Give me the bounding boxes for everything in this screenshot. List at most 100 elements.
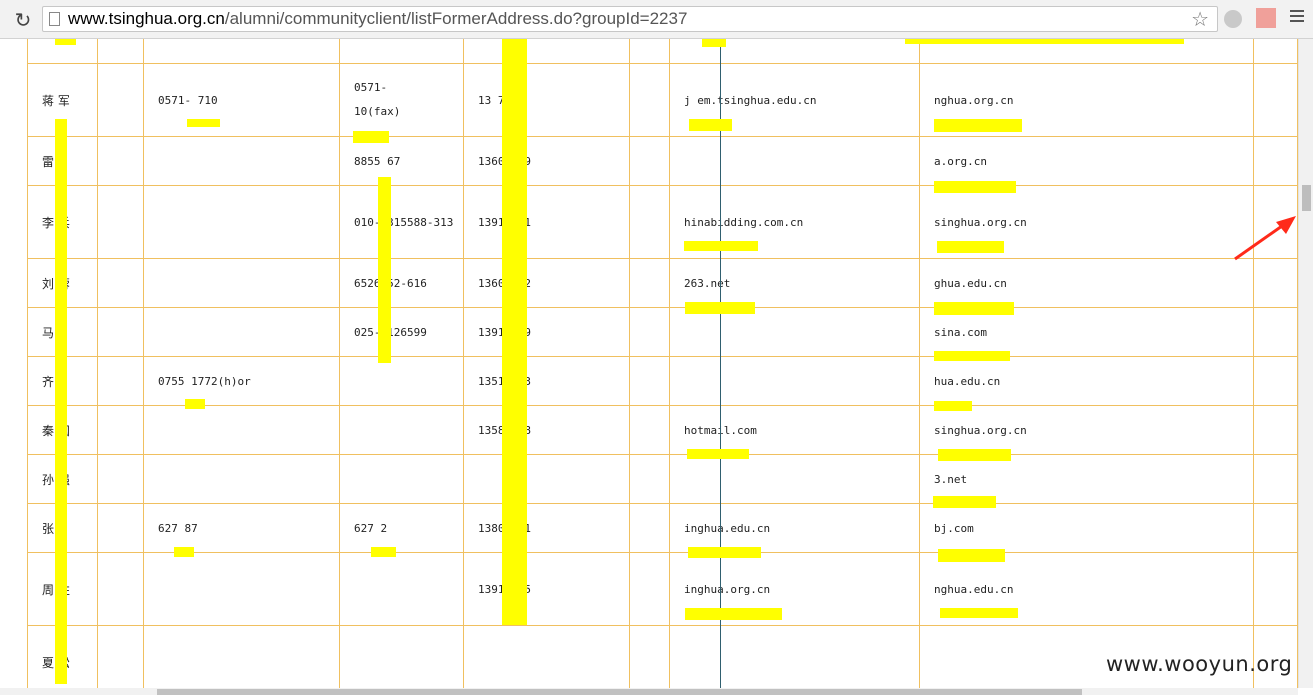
empty-cell — [97, 307, 144, 357]
empty-cell — [629, 405, 670, 455]
redaction-mark — [685, 302, 755, 314]
redaction-mark — [702, 39, 726, 47]
email-text: inghua.edu.cn — [684, 521, 771, 535]
empty-cell — [97, 454, 144, 504]
mobile-cell: 1391 689 — [463, 307, 630, 357]
name-text: 张 — [42, 521, 55, 536]
menu-icon[interactable] — [1290, 10, 1304, 24]
empty-cell — [1253, 39, 1298, 64]
empty-cell — [1253, 454, 1298, 504]
redaction-mark — [933, 496, 996, 508]
empty-cell — [629, 356, 670, 406]
vertical-scrollbar[interactable] — [1298, 39, 1313, 688]
url-text[interactable]: www.tsinghua.org.cn/alumni/communityclie… — [68, 9, 687, 29]
phone-cell — [339, 625, 464, 688]
name-text: 雷 — [42, 154, 55, 169]
table-row: 马 025- 1265991391 689 sina.com — [27, 307, 1298, 357]
mobile-cell: 1360 849 — [463, 136, 630, 186]
phone-text: 0571- 10(fax) — [354, 81, 401, 118]
redaction-mark — [185, 399, 205, 409]
alumni-address-table: 姜 1 251c34 email.mot.com蒋 军0571- 7100571… — [27, 39, 1298, 688]
redaction-mark — [938, 549, 1005, 562]
phone-cell — [339, 405, 464, 455]
watermark: www.wooyun.org — [1106, 652, 1293, 676]
phone-text: 627 2 — [354, 521, 388, 535]
address-bar[interactable]: www.tsinghua.org.cn/alumni/communityclie… — [42, 6, 1218, 32]
empty-cell — [1253, 258, 1298, 308]
phone-cell: 627 2 — [339, 503, 464, 553]
redaction-mark — [938, 449, 1011, 461]
redaction-mark — [174, 547, 194, 557]
mobile-cell — [463, 454, 630, 504]
redaction-mark — [685, 608, 782, 620]
phone-cell — [143, 136, 340, 186]
profile-badge-icon[interactable] — [1256, 8, 1276, 28]
phone-cell: 6526 52-616 — [339, 258, 464, 308]
empty-cell — [97, 356, 144, 406]
redaction-mark — [934, 351, 1010, 361]
empty-cell — [1253, 307, 1298, 357]
vertical-scroll-thumb[interactable] — [1302, 185, 1311, 211]
extension-icon[interactable] — [1224, 10, 1242, 28]
email-text: a.org.cn — [934, 154, 987, 168]
phone-cell: 0571- 710 — [143, 63, 340, 137]
email-text: hinabidding.com.cn — [684, 215, 804, 229]
table-row: 周 胜1391 205inghua.org.cnnghua.edu.cn — [27, 552, 1298, 626]
phone-cell: 010- 315588-313 — [339, 185, 464, 259]
empty-cell — [1253, 503, 1298, 553]
empty-cell — [97, 63, 144, 137]
email-cell — [669, 136, 920, 186]
mobile-cell: 1358 658 — [463, 405, 630, 455]
column-divider — [720, 39, 721, 688]
empty-cell — [97, 625, 144, 688]
email-text: 263.net — [684, 276, 731, 290]
mobile-cell — [463, 625, 630, 688]
horizontal-scrollbar[interactable] — [0, 688, 1298, 695]
redaction-mark — [371, 547, 396, 557]
empty-cell — [629, 185, 670, 259]
phone-cell — [143, 625, 340, 688]
empty-cell — [1253, 552, 1298, 626]
mobile-cell: 13 790 — [463, 63, 630, 137]
empty-cell — [1253, 136, 1298, 186]
name-text: 蒋 军 — [42, 93, 70, 108]
phone-text: 8855 67 — [354, 154, 401, 168]
table-row: 齐 0755 1772(h)or 1351 273 hua.edu.cn — [27, 356, 1298, 406]
url-path: /alumni/communityclient/listFormerAddres… — [224, 9, 688, 28]
redaction-mark — [688, 547, 761, 558]
email-text: sina.com — [934, 325, 987, 339]
email-cell: ghua.edu.cn — [919, 258, 1254, 308]
redaction-mark — [934, 401, 972, 411]
empty-cell — [629, 625, 670, 688]
empty-cell — [97, 552, 144, 626]
reload-icon[interactable]: ↻ — [12, 9, 34, 31]
email-text: nghua.org.cn — [934, 93, 1014, 107]
bookmark-star-icon[interactable]: ☆ — [1191, 8, 1209, 30]
phone-cell — [143, 552, 340, 626]
phone-cell — [143, 454, 340, 504]
empty-cell — [1253, 63, 1298, 137]
phone-text: 0571- 710 — [158, 93, 218, 107]
redaction-mark — [55, 39, 76, 45]
email-cell: hua.edu.cn — [919, 356, 1254, 406]
redaction-mark — [934, 302, 1014, 315]
name-text: 齐 — [42, 374, 55, 389]
mobile-cell: 1360 402 — [463, 258, 630, 308]
table-row: 李 兵010- 315588-3131391 821hinabidding.co… — [27, 185, 1298, 259]
phone-text: 010- 315588-313 — [354, 215, 454, 229]
email-cell: a.org.cn — [919, 136, 1254, 186]
email-text: j em.tsinghua.edu.cn — [684, 93, 817, 107]
mobile-cell: 1 251 — [463, 39, 630, 64]
empty-cell — [629, 63, 670, 137]
phone-cell — [143, 258, 340, 308]
horizontal-scroll-thumb[interactable] — [157, 689, 1082, 695]
empty-cell — [1253, 356, 1298, 406]
empty-cell — [629, 552, 670, 626]
redaction-mark — [905, 39, 1184, 44]
email-cell: singhua.org.cn — [919, 405, 1254, 455]
email-cell: 263.net — [669, 258, 920, 308]
table-row: 孙 强3.net — [27, 454, 1298, 504]
phone-cell — [143, 405, 340, 455]
url-host: www.tsinghua.org.cn — [68, 9, 225, 28]
email-cell — [669, 307, 920, 357]
